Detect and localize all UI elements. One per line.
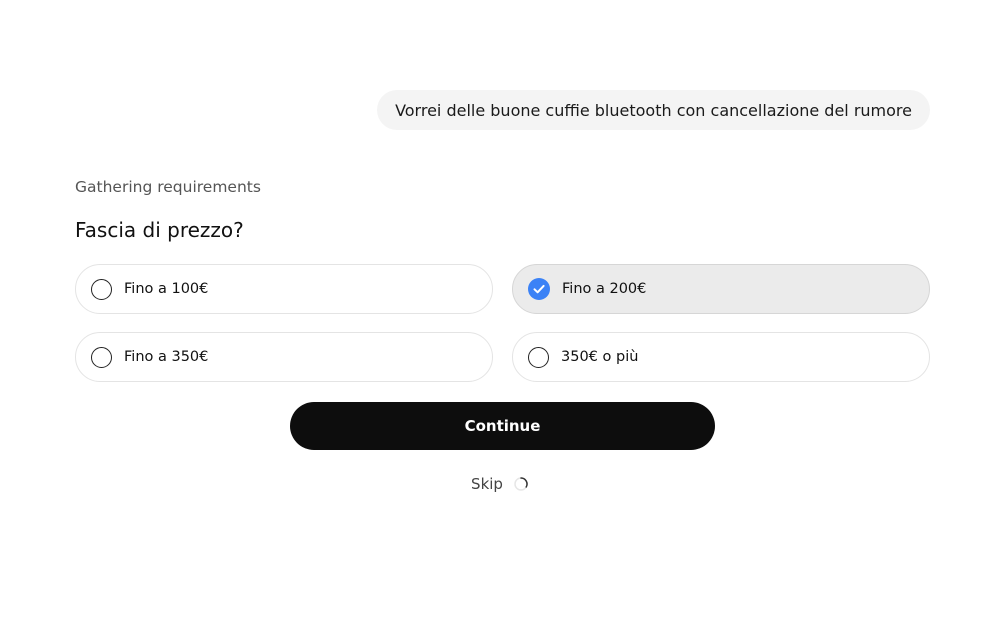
option-label: 350€ o più [561, 349, 639, 365]
question-title: Fascia di prezzo? [75, 218, 244, 242]
chat-page: Vorrei delle buone cuffie bluetooth con … [0, 0, 1000, 625]
loading-spinner-icon [514, 477, 528, 491]
radio-unchecked-icon [91, 346, 112, 368]
skip-button[interactable]: Skip [471, 475, 503, 493]
option-label: Fino a 100€ [124, 281, 209, 297]
option-up-to-200[interactable]: Fino a 200€ [512, 264, 930, 314]
option-up-to-100[interactable]: Fino a 100€ [75, 264, 493, 314]
radio-checked-icon [528, 278, 550, 300]
radio-unchecked-icon [528, 346, 549, 368]
radio-unchecked-icon [91, 278, 112, 300]
option-label: Fino a 350€ [124, 349, 209, 365]
continue-button[interactable]: Continue [290, 402, 715, 450]
option-up-to-350[interactable]: Fino a 350€ [75, 332, 493, 382]
skip-row: Skip [0, 475, 1000, 493]
user-message-text: Vorrei delle buone cuffie bluetooth con … [395, 100, 912, 120]
assistant-status: Gathering requirements [75, 178, 261, 196]
option-label: Fino a 200€ [562, 281, 647, 297]
price-options: Fino a 100€ Fino a 200€ Fino a 350€ 350€… [75, 264, 930, 382]
option-350-or-more[interactable]: 350€ o più [512, 332, 930, 382]
user-message-bubble: Vorrei delle buone cuffie bluetooth con … [377, 90, 930, 130]
